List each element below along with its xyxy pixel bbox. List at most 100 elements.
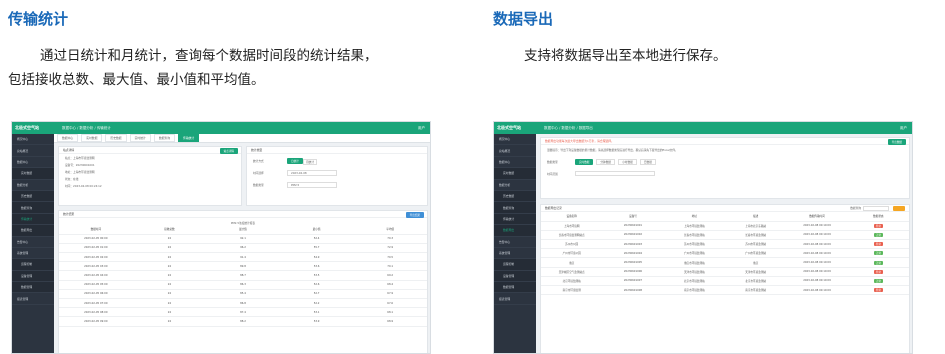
sidebar-item[interactable]: 历史数据 [494, 190, 536, 203]
sidebar-item[interactable]: 报表管理 [494, 293, 536, 305]
sidebar-item[interactable]: 概况中心 [494, 134, 536, 146]
table-row[interactable]: 苏州市公园 20230601003 苏州市环境监测站 苏州市环境监测站 2023-02-… [541, 239, 909, 250]
table-row[interactable]: 上海市环境网 20230601001 上海市环境监测站 上海市北京东路站 2023-02… [541, 221, 909, 231]
data-type-option[interactable]: 小时数据 [618, 159, 637, 165]
tab[interactable]: 数据查询 [153, 134, 176, 142]
sidebar-item[interactable]: 数据中心 [12, 157, 54, 169]
option-month[interactable]: 月统计 [303, 159, 318, 165]
table-cell: 2023-02-08 00:10:09 [786, 285, 848, 296]
table-header: 设备名称 设备号 地址 描述 数据传输时间 数据状态 [541, 212, 909, 222]
table-cell: 2023-02-05 03:00 [59, 261, 133, 272]
sidebar-item[interactable]: 数据管理 [494, 282, 536, 294]
data-type-option[interactable]: 分钟数据 [596, 159, 616, 165]
table-row[interactable]: 南京市环境监测 20230601008 南京市环境监测站 南京市环境监测站 2023-0… [541, 285, 909, 296]
export-data-button[interactable]: 导出数据 [887, 139, 906, 145]
search-button[interactable] [893, 206, 905, 211]
search-label: 数据查询 [850, 206, 861, 210]
table-cell: 长春市环境监测站 [663, 230, 725, 241]
sidebar-item[interactable]: 报表管理 [12, 293, 54, 305]
data-type-options: 实时数据 分钟数据 小时数据 日数据 [575, 159, 656, 165]
table-row[interactable]: 2023-02-05 00:00 24 92.1 52.4 70.3 [59, 234, 427, 244]
table-cell: 长春市环境监测网站点 [541, 230, 603, 241]
table-cell: 2023-02-05 01:00 [59, 243, 133, 254]
table-row[interactable]: 天津城区空气监测站点 20230601006 天津市环境监测站 天津市环境监测站 202… [541, 267, 909, 277]
crumb[interactable]: 数据导出 [579, 126, 593, 130]
table-row[interactable]: 长春市环境监测网站点 20230601002 长春市环境监测站 长春市环境监测站 202… [541, 230, 909, 241]
sidebar-item[interactable]: 总站概况 [494, 145, 536, 157]
sidebar-item[interactable]: 远程控制 [12, 259, 54, 271]
table-cell: 广州市环境监测站 [724, 248, 787, 259]
table-header: 数据时间 接收总数 最大值 最小值 平均值 [59, 225, 427, 235]
table-row[interactable]: 北京环境监测站 20230601007 北京市环境监测站 北京市环境监测站 2023-0… [541, 276, 909, 287]
crumb[interactable]: 数据中心 [544, 126, 558, 130]
table-cell: 2023-02-08 00:10:09 [786, 248, 848, 259]
table-row[interactable]: 2023-02-05 08:00 24 87.4 53.1 68.1 [59, 307, 427, 318]
search-input[interactable] [863, 206, 889, 211]
column-header: 描述 [724, 212, 787, 222]
table-row[interactable]: 2023-02-05 03:00 24 89.8 53.6 70.1 [59, 261, 427, 272]
data-type-select[interactable]: PM2.5 [287, 182, 337, 188]
sidebar-item[interactable]: 设备管理 [12, 270, 54, 283]
app-logo: 北极式空气站 [15, 125, 39, 130]
table-cell: 上海市环境网 [541, 221, 603, 231]
crumb[interactable]: 传输统计 [97, 126, 111, 130]
table-cell: 20230601007 [602, 276, 664, 287]
sidebar-item[interactable]: 数据导出 [12, 225, 54, 237]
sidebar-item[interactable]: 数据管理 [12, 282, 54, 294]
date-input[interactable]: 2023-02-08 [287, 170, 337, 176]
table-row[interactable]: 2023-02-05 01:00 24 96.2 55.7 72.9 [59, 243, 427, 254]
sidebar-item[interactable]: 总站概况 [12, 145, 54, 157]
table-row[interactable]: 重庆 20230601005 重庆市环境监测站 重庆 2023-02-08 00:10:… [541, 257, 909, 268]
sidebar-item[interactable]: 传输统计 [12, 213, 54, 226]
station-field: 状态：在线 [65, 177, 79, 181]
export-result-button[interactable]: 导出结果 [405, 212, 424, 218]
sidebar-item[interactable]: 系统管理 [494, 248, 536, 260]
sidebar-item[interactable]: 数据导出 [494, 225, 536, 237]
export-desc: 支持将数据导出至本地进行保存。 [524, 48, 727, 64]
time-range-input[interactable] [575, 171, 655, 176]
sidebar-item[interactable]: 实时数据 [12, 168, 54, 180]
table-row[interactable]: 2023-02-05 06:00 24 85.4 52.7 67.9 [59, 289, 427, 300]
sidebar-item[interactable]: 远程控制 [494, 259, 536, 271]
sidebar-item[interactable]: 实时数据 [494, 168, 536, 180]
sidebar-item[interactable]: 告警中心 [494, 237, 536, 248]
table-row[interactable]: 2023-02-05 02:00 24 91.4 54.9 70.5 [59, 252, 427, 263]
table-row[interactable]: 2023-02-05 07:00 24 86.8 52.2 67.6 [59, 298, 427, 309]
sidebar: 概况中心 总站概况 数据中心 实时数据 数据分析 历史数据 数据查询 传输统计 数据导出 告警中心… [12, 134, 54, 353]
data-type-option[interactable]: 日数据 [639, 159, 656, 165]
tab[interactable]: 历史数据 [105, 134, 127, 142]
table-row[interactable]: 2023-02-05 04:00 24 88.7 53.5 69.2 [59, 270, 427, 281]
tab[interactable]: 传输统计 [178, 134, 200, 142]
crumb[interactable]: 数据分析 [561, 126, 575, 130]
data-type-option[interactable]: 实时数据 [575, 159, 594, 165]
tab[interactable]: 数据中心 [57, 134, 79, 142]
tab[interactable]: 实时统计 [129, 134, 151, 142]
option-day[interactable]: 日统计 [287, 158, 303, 164]
sidebar-item[interactable]: 系统管理 [12, 248, 54, 260]
top-bar: 北极式空气站 数据中心 / 数据分析 / 数据导出 用户 [494, 122, 912, 134]
sidebar-item[interactable]: 历史数据 [12, 190, 54, 203]
sidebar-item[interactable]: 告警中心 [12, 237, 54, 248]
sidebar-item[interactable]: 数据分析 [12, 180, 54, 191]
table-row[interactable]: 广州市环境公园 20230601004 广州市环境监测站 广州市环境监测站 2023-0… [541, 248, 909, 259]
tab[interactable]: 实时数据 [81, 134, 103, 142]
station-detail-button[interactable]: 站点详情 [219, 148, 238, 154]
sidebar-item[interactable]: 传输统计 [494, 213, 536, 226]
sidebar-item[interactable]: 概况中心 [12, 134, 54, 146]
table-row[interactable]: 2023-02-05 05:00 24 86.3 52.6 68.4 [59, 280, 427, 290]
table-row[interactable]: 2023-02-05 09:00 24 88.2 53.9 68.9 [59, 316, 427, 327]
sidebar-item[interactable]: 数据查询 [494, 202, 536, 214]
crumb[interactable]: 数据分析 [79, 126, 93, 130]
crumb[interactable]: 数据中心 [62, 126, 76, 130]
user-menu[interactable]: 用户 [900, 126, 907, 131]
sidebar-item[interactable]: 数据分析 [494, 180, 536, 191]
column-header: 数据时间 [59, 225, 133, 235]
sidebar-item[interactable]: 数据中心 [494, 157, 536, 169]
table-cell: 20230601002 [602, 230, 664, 241]
user-menu[interactable]: 用户 [418, 126, 425, 131]
column-header: 最小值 [279, 225, 354, 235]
sidebar-item[interactable]: 数据查询 [12, 202, 54, 214]
table-cell: 2023-02-05 04:00 [59, 270, 133, 281]
sidebar-item[interactable]: 设备管理 [494, 270, 536, 283]
table-cell: 52.6 [279, 280, 354, 290]
